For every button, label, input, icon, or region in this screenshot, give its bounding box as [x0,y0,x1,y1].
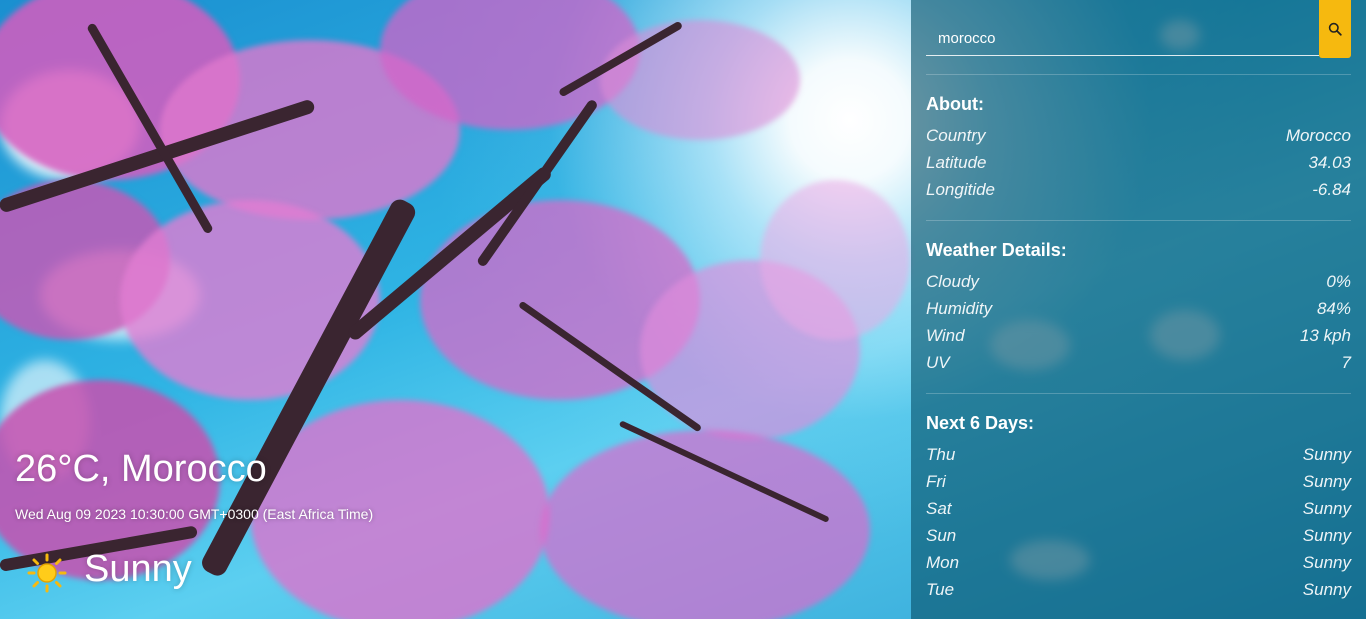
forecast-condition: Sunny [1302,472,1351,491]
forecast-row: Mon Sunny [926,553,1351,577]
row-label: Cloudy [926,272,979,291]
forecast-day: Mon [926,553,960,572]
detail-row-humidity: Humidity 84% [926,299,1351,323]
detail-row-uv: UV 7 [926,353,1351,377]
current-temperature-location: 26°C, Morocco [15,448,267,490]
forecast-row: Fri Sunny [926,472,1351,496]
search-input[interactable] [926,22,1319,56]
row-label: Wind [926,326,965,345]
current-datetime: Wed Aug 09 2023 10:30:00 GMT+0300 (East … [15,506,374,522]
row-label: Latitude [926,153,987,172]
forecast-row: Tue Sunny [926,580,1351,604]
divider [926,220,1351,221]
detail-row-cloudy: Cloudy 0% [926,272,1351,296]
row-label: Longitide [926,180,996,199]
row-value: 34.03 [1308,153,1351,172]
search-bar [926,0,1351,58]
search-icon [1328,22,1342,36]
forecast-title: Next 6 Days: [926,413,1035,433]
row-label: UV [926,353,950,372]
forecast-day: Sun [926,526,957,545]
row-value: 13 kph [1299,326,1351,345]
forecast-row: Thu Sunny [926,445,1351,469]
forecast-row: Sat Sunny [926,499,1351,523]
about-title: About: [926,94,984,114]
forecast-day: Tue [926,580,955,599]
sun-icon [27,553,67,593]
forecast-condition: Sunny [1302,580,1351,599]
row-value: 7 [1341,353,1351,372]
row-value: -6.84 [1312,180,1351,199]
about-row-country: Country Morocco [926,126,1351,150]
forecast-condition: Sunny [1302,526,1351,545]
forecast-day: Fri [926,472,946,491]
about-row-latitude: Latitude 34.03 [926,153,1351,177]
forecast-day: Thu [926,445,956,464]
row-value: 84% [1316,299,1351,318]
details-sidebar: About: Country Morocco Latitude 34.03 Lo… [911,0,1366,619]
row-value: 0% [1326,272,1351,291]
detail-row-wind: Wind 13 kph [926,326,1351,350]
row-label: Country [926,126,986,145]
forecast-condition: Sunny [1302,553,1351,572]
divider [926,74,1351,75]
forecast-day: Sat [926,499,952,518]
forecast-condition: Sunny [1302,499,1351,518]
row-label: Humidity [926,299,993,318]
forecast-row: Sun Sunny [926,526,1351,550]
search-button[interactable] [1319,0,1351,58]
current-condition: Sunny [84,548,192,590]
row-value: Morocco [1285,126,1351,145]
about-row-longitude: Longitide -6.84 [926,180,1351,204]
forecast-condition: Sunny [1302,445,1351,464]
divider [926,393,1351,394]
weather-details-title: Weather Details: [926,240,1067,260]
